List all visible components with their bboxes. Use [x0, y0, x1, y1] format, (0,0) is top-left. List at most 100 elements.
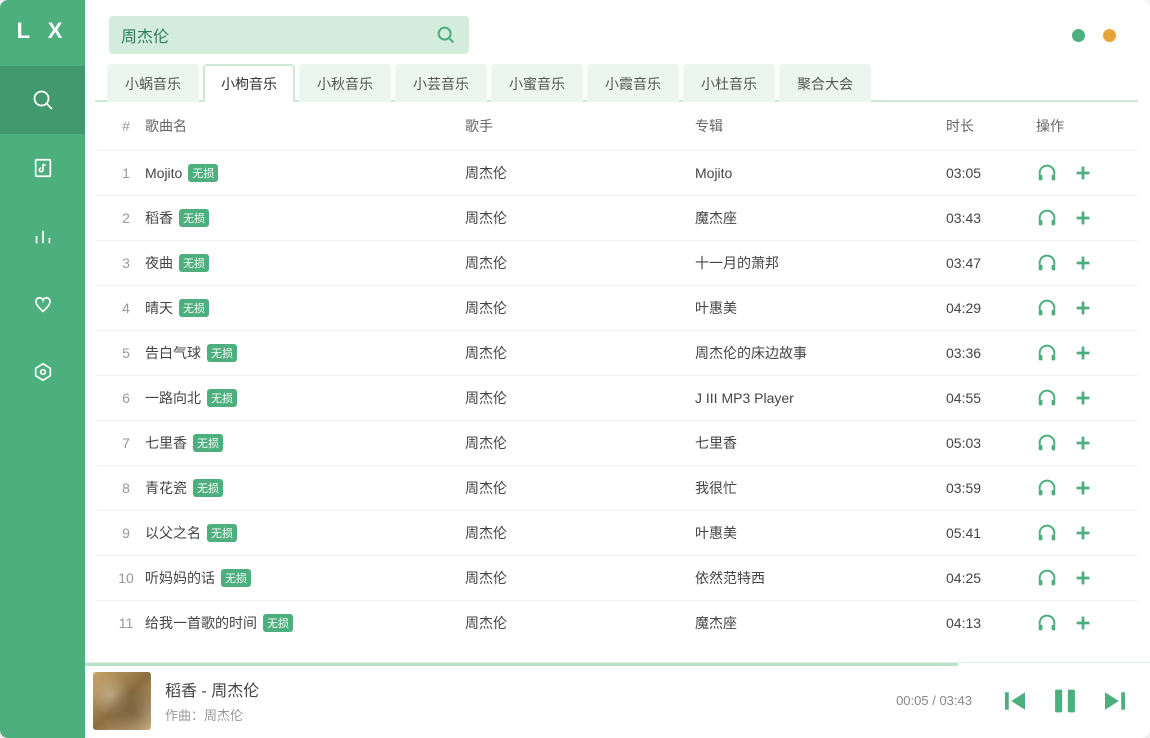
cell-album: J III MP3 Player	[695, 390, 946, 406]
table-row[interactable]: 2稻香无损周杰伦魔杰座03:43	[95, 195, 1138, 240]
add-button[interactable]	[1072, 612, 1094, 634]
table-row[interactable]: 8青花瓷无损周杰伦我很忙03:59	[95, 465, 1138, 510]
player-bar: 稻香 - 周杰伦 作曲：周杰伦 00:05 / 03:43	[85, 662, 1150, 738]
source-tab[interactable]: 小杜音乐	[683, 64, 775, 102]
add-button[interactable]	[1072, 162, 1094, 184]
table-row[interactable]: 6一路向北无损周杰伦J III MP3 Player04:55	[95, 375, 1138, 420]
now-playing-info: 稻香 - 周杰伦 作曲：周杰伦	[165, 677, 896, 724]
search-icon[interactable]	[435, 24, 457, 46]
cell-index: 6	[107, 390, 145, 406]
cell-actions	[1036, 342, 1126, 364]
source-tab[interactable]: 小霞音乐	[587, 64, 679, 102]
cell-album: 我很忙	[695, 478, 946, 498]
table-row[interactable]: 11给我一首歌的时间无损周杰伦魔杰座04:13	[95, 600, 1138, 645]
cell-duration: 03:05	[946, 165, 1036, 181]
col-album: 专辑	[695, 116, 946, 136]
table-row[interactable]: 7七里香无损周杰伦七里香05:03	[95, 420, 1138, 465]
add-button[interactable]	[1072, 252, 1094, 274]
play-button[interactable]	[1036, 432, 1058, 454]
cell-duration: 03:36	[946, 345, 1036, 361]
sidebar: L X	[0, 0, 85, 738]
play-button[interactable]	[1036, 162, 1058, 184]
pause-button[interactable]	[1048, 684, 1082, 718]
table-row[interactable]: 10听妈妈的话无损周杰伦依然范特西04:25	[95, 555, 1138, 600]
nav-search[interactable]	[0, 66, 85, 134]
cell-duration: 05:03	[946, 435, 1036, 451]
cell-index: 9	[107, 525, 145, 541]
play-button[interactable]	[1036, 477, 1058, 499]
main-content: 小蜗音乐小枸音乐小秋音乐小芸音乐小蜜音乐小霞音乐小杜音乐聚合大会 # 歌曲名 歌…	[85, 0, 1150, 738]
play-button[interactable]	[1036, 567, 1058, 589]
prev-button[interactable]	[1000, 686, 1030, 716]
cell-actions	[1036, 567, 1126, 589]
add-button[interactable]	[1072, 567, 1094, 589]
cell-name: 稻香无损	[145, 208, 465, 228]
play-button[interactable]	[1036, 207, 1058, 229]
source-tab[interactable]: 小枸音乐	[203, 64, 295, 102]
table-header: # 歌曲名 歌手 专辑 时长 操作	[95, 102, 1138, 150]
cell-duration: 03:47	[946, 255, 1036, 271]
cell-artist: 周杰伦	[465, 208, 695, 228]
progress-bar[interactable]	[85, 663, 958, 666]
cell-album: Mojito	[695, 165, 946, 181]
cell-artist: 周杰伦	[465, 613, 695, 633]
cell-index: 1	[107, 165, 145, 181]
table-row[interactable]: 9以父之名无损周杰伦叶惠美05:41	[95, 510, 1138, 555]
cell-album: 魔杰座	[695, 208, 946, 228]
col-duration: 时长	[946, 116, 1036, 136]
nav-songlist[interactable]	[0, 134, 85, 202]
cell-duration: 03:43	[946, 210, 1036, 226]
cell-artist: 周杰伦	[465, 163, 695, 183]
lossless-badge: 无损	[207, 344, 237, 362]
player-controls	[1000, 684, 1130, 718]
next-button[interactable]	[1100, 686, 1130, 716]
play-button[interactable]	[1036, 612, 1058, 634]
cell-index: 10	[107, 570, 145, 586]
close-button[interactable]	[1103, 29, 1116, 42]
cell-actions	[1036, 297, 1126, 319]
add-button[interactable]	[1072, 477, 1094, 499]
add-button[interactable]	[1072, 207, 1094, 229]
cell-artist: 周杰伦	[465, 523, 695, 543]
play-button[interactable]	[1036, 522, 1058, 544]
source-tab[interactable]: 小秋音乐	[299, 64, 391, 102]
table-row[interactable]: 3夜曲无损周杰伦十一月的萧邦03:47	[95, 240, 1138, 285]
add-button[interactable]	[1072, 387, 1094, 409]
cell-duration: 04:25	[946, 570, 1036, 586]
table-row[interactable]: 5告白气球无损周杰伦周杰伦的床边故事03:36	[95, 330, 1138, 375]
cell-actions	[1036, 162, 1126, 184]
source-tabs: 小蜗音乐小枸音乐小秋音乐小芸音乐小蜜音乐小霞音乐小杜音乐聚合大会	[95, 64, 1138, 102]
nav-settings[interactable]	[0, 338, 85, 406]
play-button[interactable]	[1036, 252, 1058, 274]
cell-name: 给我一首歌的时间无损	[145, 613, 465, 633]
add-button[interactable]	[1072, 522, 1094, 544]
nav-favorites[interactable]	[0, 270, 85, 338]
cell-duration: 04:29	[946, 300, 1036, 316]
search-box[interactable]	[109, 16, 469, 54]
table-row[interactable]: 1Mojito无损周杰伦Mojito03:05	[95, 150, 1138, 195]
cell-duration: 03:59	[946, 480, 1036, 496]
minimize-button[interactable]	[1072, 29, 1085, 42]
cell-artist: 周杰伦	[465, 433, 695, 453]
results-table: # 歌曲名 歌手 专辑 时长 操作 1Mojito无损周杰伦Mojito03:0…	[85, 102, 1150, 662]
add-button[interactable]	[1072, 342, 1094, 364]
cell-actions	[1036, 252, 1126, 274]
table-row[interactable]: 4晴天无损周杰伦叶惠美04:29	[95, 285, 1138, 330]
add-button[interactable]	[1072, 432, 1094, 454]
play-button[interactable]	[1036, 297, 1058, 319]
playback-time: 00:05 / 03:43	[896, 693, 972, 708]
cell-actions	[1036, 387, 1126, 409]
col-artist: 歌手	[465, 116, 695, 136]
source-tab[interactable]: 聚合大会	[779, 64, 871, 102]
source-tab[interactable]: 小蜜音乐	[491, 64, 583, 102]
source-tab[interactable]: 小芸音乐	[395, 64, 487, 102]
play-button[interactable]	[1036, 387, 1058, 409]
cell-album: 叶惠美	[695, 523, 946, 543]
play-button[interactable]	[1036, 342, 1058, 364]
nav-leaderboard[interactable]	[0, 202, 85, 270]
add-button[interactable]	[1072, 297, 1094, 319]
col-action: 操作	[1036, 116, 1126, 136]
album-art[interactable]	[93, 672, 151, 730]
source-tab[interactable]: 小蜗音乐	[107, 64, 199, 102]
search-input[interactable]	[121, 26, 435, 44]
